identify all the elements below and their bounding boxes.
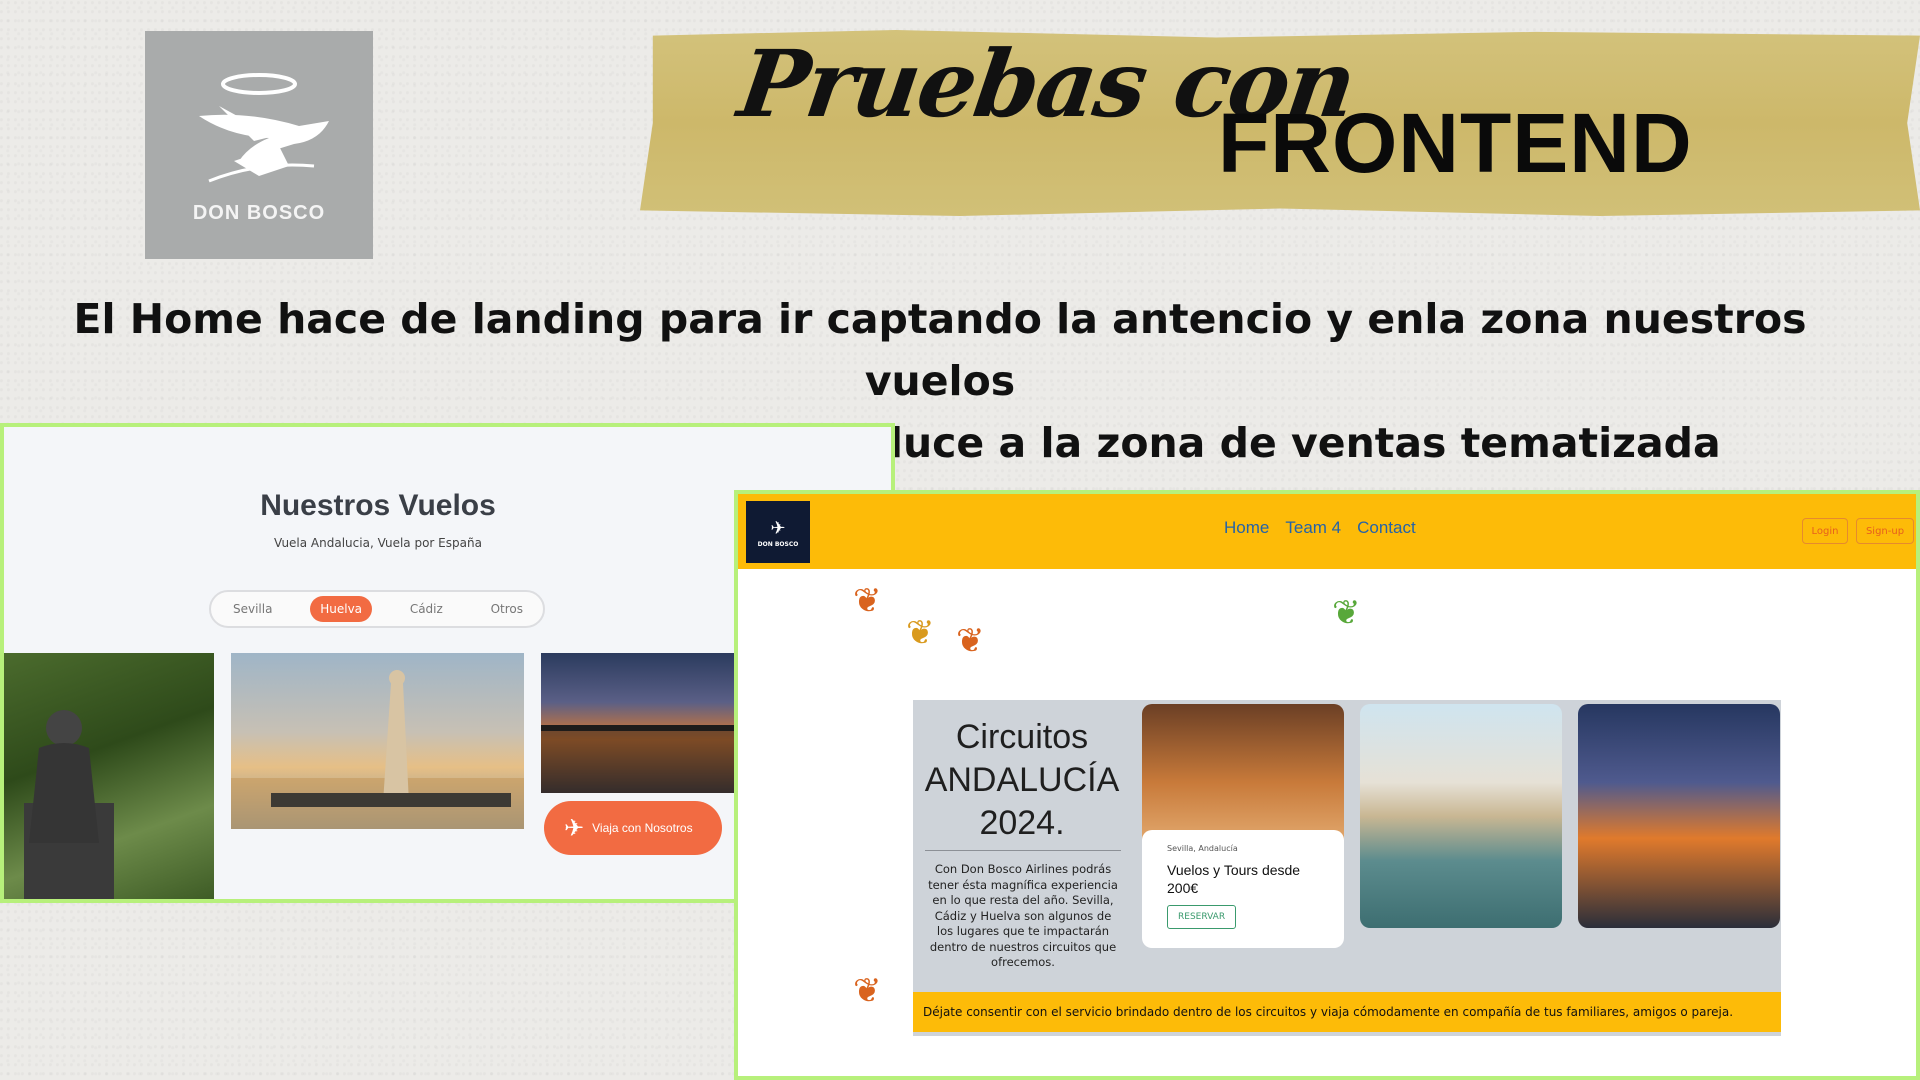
heading-line-3: 2024. <box>979 804 1065 842</box>
heading-line-2: ANDALUCÍA <box>924 761 1120 799</box>
maple-leaf-icon: ❦ <box>853 971 882 1011</box>
nav-link-team[interactable]: Team 4 <box>1285 518 1341 538</box>
logo-text: DON BOSCO <box>192 201 326 224</box>
filter-huelva[interactable]: Huelva <box>310 596 373 622</box>
statue-photo <box>4 653 214 899</box>
maple-leaf-icon: ❦ <box>853 581 882 621</box>
heading-line-1: Circuitos <box>955 718 1089 756</box>
columbus-monument-photo <box>231 653 524 829</box>
navbar-logo-text: DON BOSCO <box>757 541 799 548</box>
circuitos-heading: Circuitos ANDALUCÍA 2024. <box>913 716 1131 845</box>
navbar: ✈ DON BOSCO Home Team 4 Contact Login Si… <box>738 494 1916 569</box>
filter-cadiz[interactable]: Cádiz <box>400 596 453 622</box>
signup-button[interactable]: Sign-up <box>1856 518 1914 544</box>
maple-leaf-icon: ❦ <box>1332 593 1361 633</box>
huelva-pier-card[interactable] <box>1578 704 1780 928</box>
navbar-logo[interactable]: ✈ DON BOSCO <box>746 501 810 563</box>
angel-plane-icon: ✈ <box>770 518 786 539</box>
cta-label: Viaja con Nosotros <box>592 821 693 835</box>
cadiz-beach-card[interactable] <box>1360 704 1562 928</box>
section-title: Nuestros Vuelos <box>260 489 496 522</box>
circuitos-screenshot: ✈ DON BOSCO Home Team 4 Contact Login Si… <box>734 490 1920 1080</box>
card-location: Sevilla, Andalucía <box>1167 844 1238 853</box>
headline-line-1: El Home hace de landing para ir captando… <box>73 295 1807 405</box>
banner-main-title: FRONTEND <box>1218 96 1693 190</box>
maple-leaf-icon: ❦ <box>906 613 935 653</box>
nav-link-contact[interactable]: Contact <box>1357 518 1416 538</box>
circuitos-panel: Circuitos ANDALUCÍA 2024. Con Don Bosco … <box>913 700 1781 1036</box>
section-subtitle: Vuela Andalucia, Vuela por España <box>274 536 482 550</box>
city-filter-bar: Sevilla Huelva Cádiz Otros <box>209 590 545 628</box>
maple-leaf-icon: ❦ <box>956 621 985 661</box>
divider <box>925 850 1121 851</box>
viaja-con-nosotros-button[interactable]: ✈ Viaja con Nosotros <box>544 801 722 855</box>
reservar-button[interactable]: RESERVAR <box>1167 905 1237 929</box>
footer-strip: Déjate consentir con el servicio brindad… <box>913 992 1781 1032</box>
nav-links: Home Team 4 Contact <box>1224 518 1416 538</box>
angel-plane-icon <box>199 72 329 182</box>
login-button[interactable]: Login <box>1802 518 1848 544</box>
circuitos-description: Con Don Bosco Airlines podrás tener ésta… <box>928 862 1118 969</box>
pier-sunset-photo <box>541 653 741 793</box>
don-bosco-logo: DON BOSCO <box>145 31 373 259</box>
filter-otros[interactable]: Otros <box>481 596 533 622</box>
filter-sevilla[interactable]: Sevilla <box>223 596 282 622</box>
nav-link-home[interactable]: Home <box>1224 518 1269 538</box>
airplane-icon: ✈ <box>564 814 585 842</box>
tour-info-card: Sevilla, Andalucía Vuelos y Tours desde … <box>1142 830 1344 948</box>
card-text: Vuelos y Tours desde 200€ <box>1167 862 1301 896</box>
